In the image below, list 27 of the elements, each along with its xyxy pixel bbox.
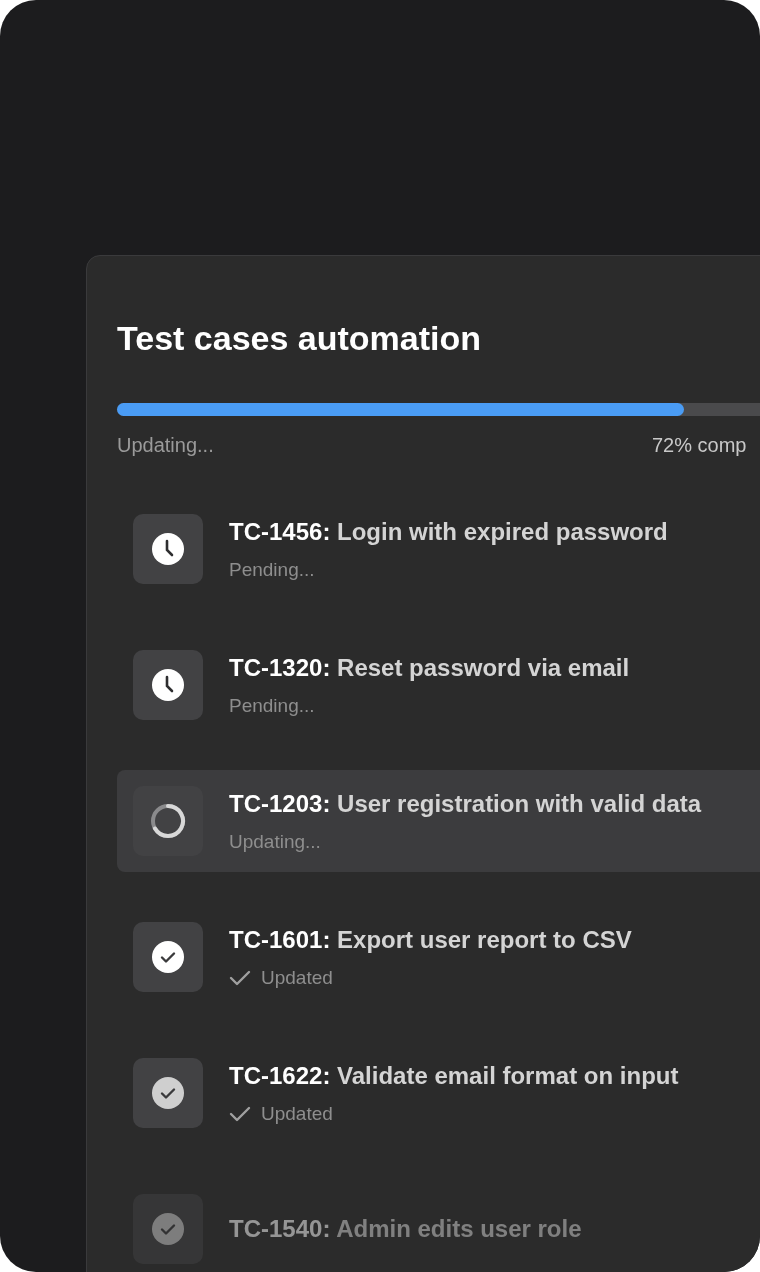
test-case-status: Updated (261, 1101, 333, 1126)
test-case-status: Updating... (229, 829, 321, 854)
clock-icon (152, 533, 184, 565)
test-case-row[interactable]: TC-1622: Validate email format on input Updated (117, 1042, 760, 1144)
check-icon (229, 969, 251, 987)
test-case-row[interactable]: TC-1320: Reset password via email Pending... (117, 634, 760, 736)
test-case-title: TC-1203: User registration with valid data (229, 788, 702, 819)
progress-reading: 72% comp (652, 434, 747, 456)
test-case-row[interactable]: TC-1203: User registration with valid data Updating... (117, 770, 760, 872)
panel-title: Test cases automation (117, 318, 483, 359)
clock-icon (152, 669, 184, 701)
test-case-title: TC-1456: Login with expired password (229, 516, 668, 547)
progress-status: Updating... (117, 433, 214, 458)
test-case-status: Pending... (229, 557, 315, 582)
check-circle-icon (152, 941, 184, 973)
test-case-title: TC-1601: Export user report to CSV (229, 924, 632, 955)
test-case-row[interactable]: TC-1456: Login with expired password Pending... (117, 498, 760, 600)
test-case-status: Updated (261, 965, 333, 990)
test-case-title: TC-1622: Validate email format on input (229, 1060, 679, 1091)
check-circle-icon (152, 1213, 184, 1245)
check-circle-icon (152, 1077, 184, 1109)
spinner-icon (149, 802, 187, 840)
check-icon (229, 1105, 251, 1123)
test-case-title: TC-1540: Admin edits user role (229, 1214, 582, 1244)
test-case-title: TC-1320: Reset password via email (229, 652, 630, 683)
test-case-status: Pending... (229, 693, 315, 718)
test-case-row[interactable]: TC-1601: Export user report to CSV Updated (117, 906, 760, 1008)
